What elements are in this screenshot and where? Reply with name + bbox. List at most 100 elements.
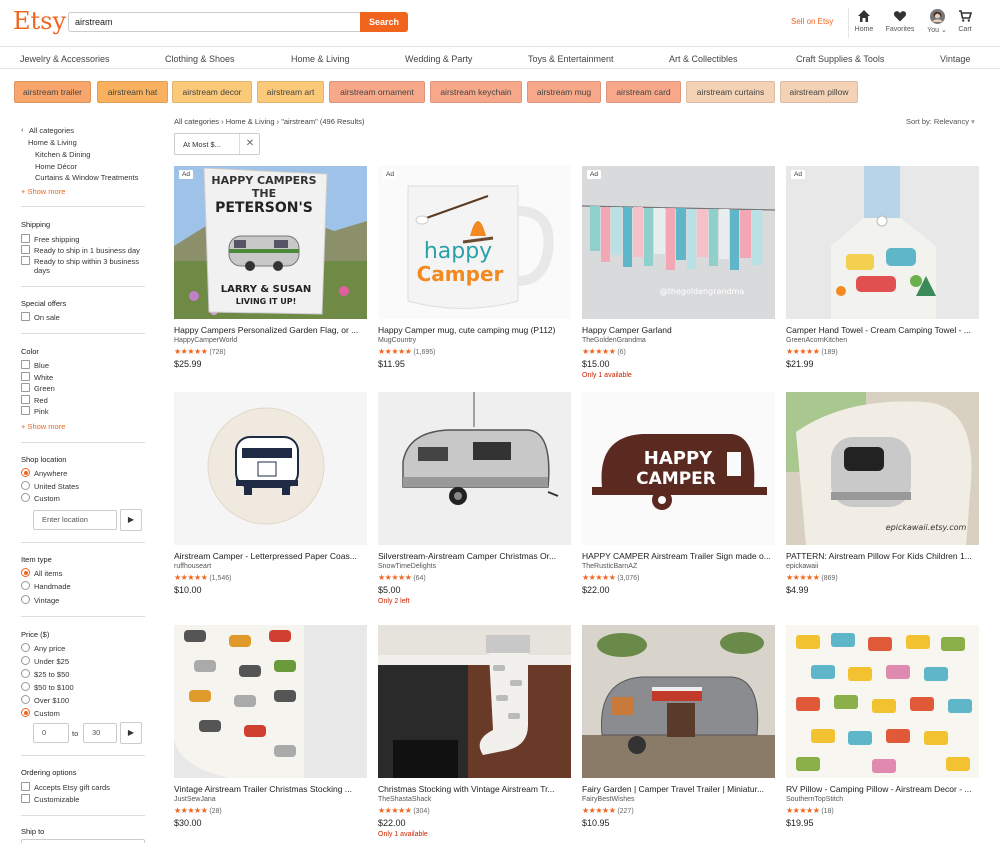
product-title[interactable]: Christmas Stocking with Vintage Airstrea… (378, 784, 571, 794)
all-items-radio[interactable] (21, 568, 30, 577)
product-image[interactable] (786, 625, 979, 778)
related-search-chip[interactable]: airstream curtains (686, 81, 775, 103)
product-image[interactable]: @thegoldengrandma (582, 166, 775, 319)
subcategory-link[interactable]: Kitchen & Dining (35, 150, 90, 159)
nav-jewelry[interactable]: Jewelry & Accessories (20, 54, 110, 64)
product-title[interactable]: PATTERN: Airstream Pillow For Kids Child… (786, 551, 979, 561)
shop-name[interactable]: FairyBestWishes (582, 796, 635, 803)
related-search-chip[interactable]: airstream pillow (780, 81, 858, 103)
shop-name[interactable]: ruffhouseart (174, 563, 211, 570)
price-max-input[interactable]: 30 (83, 723, 117, 743)
shop-name[interactable]: HappyCamperWorld (174, 337, 237, 344)
gift-cards-checkbox[interactable] (21, 782, 30, 791)
nav-home-living[interactable]: Home & Living (291, 54, 350, 64)
product-title[interactable]: Happy Camper Garland (582, 325, 775, 335)
price-50-100-radio[interactable] (21, 682, 30, 691)
product-image[interactable]: HAPPY CAMPERS THE PETERSON'S LARRY & SUS… (174, 166, 367, 319)
nav-craft[interactable]: Craft Supplies & Tools (796, 54, 884, 64)
color-pink-checkbox[interactable] (21, 406, 30, 415)
nav-art[interactable]: Art & Collectibles (669, 54, 738, 64)
all-categories-link[interactable]: All categories (29, 126, 74, 135)
related-search-chip[interactable]: airstream mug (527, 81, 601, 103)
subcategory-link[interactable]: Home Décor (35, 162, 77, 171)
product-title[interactable]: Camper Hand Towel - Cream Camping Towel … (786, 325, 979, 335)
color-blue-checkbox[interactable] (21, 360, 30, 369)
show-more-colors[interactable]: + Show more (21, 422, 65, 431)
price-over-100-radio[interactable] (21, 695, 30, 704)
breadcrumb-all[interactable]: All categories (174, 117, 219, 126)
product-title[interactable]: Happy Camper mug, cute camping mug (P112… (378, 325, 571, 335)
product-image[interactable]: happy Camper (378, 166, 571, 319)
subcategory-link[interactable]: Curtains & Window Treatments (35, 173, 138, 182)
related-search-chip[interactable]: airstream ornament (329, 81, 425, 103)
nav-clothing[interactable]: Clothing & Shoes (165, 54, 235, 64)
location-anywhere-radio[interactable] (21, 468, 30, 477)
product-title[interactable]: RV Pillow - Camping Pillow - Airstream D… (786, 784, 979, 794)
location-us-radio[interactable] (21, 481, 30, 490)
shop-name[interactable]: SouthernTopStitch (786, 796, 843, 803)
nav-wedding[interactable]: Wedding & Party (405, 54, 472, 64)
shop-name[interactable]: JustSewJana (174, 796, 216, 803)
ship-3-days-checkbox[interactable] (21, 256, 30, 265)
on-sale-checkbox[interactable] (21, 312, 30, 321)
shop-name[interactable]: MugCountry (378, 337, 416, 344)
shop-name[interactable]: GreenAcornKitchen (786, 337, 847, 344)
home-nav-button[interactable]: Home (844, 9, 884, 33)
shop-name[interactable]: epickawaii (786, 563, 818, 570)
related-search-chip[interactable]: airstream trailer (14, 81, 91, 103)
price-25-50-radio[interactable] (21, 669, 30, 678)
related-search-chip[interactable]: airstream hat (97, 81, 168, 103)
product-title[interactable]: Silverstream-Airstream Camper Christmas … (378, 551, 571, 561)
shop-name[interactable]: TheShastaShack (378, 796, 431, 803)
search-input[interactable]: airstream (68, 12, 360, 32)
etsy-logo[interactable]: Etsy (13, 7, 66, 35)
product-image[interactable] (174, 392, 367, 545)
color-white-checkbox[interactable] (21, 372, 30, 381)
related-search-chip[interactable]: airstream keychain (430, 81, 522, 103)
price-any-radio[interactable] (21, 643, 30, 652)
nav-toys[interactable]: Toys & Entertainment (528, 54, 614, 64)
location-custom-radio[interactable] (21, 493, 30, 502)
location-submit-button[interactable]: ▶ (120, 509, 142, 531)
related-search-chip[interactable]: airstream card (606, 81, 681, 103)
close-icon[interactable]: ✕ (239, 134, 260, 154)
product-image[interactable]: epickawaii.etsy.com (786, 392, 979, 545)
category-home-living[interactable]: Home & Living (28, 138, 77, 147)
location-input[interactable]: Enter location (33, 510, 117, 530)
product-title[interactable]: Airstream Camper - Letterpressed Paper C… (174, 551, 367, 561)
color-red-checkbox[interactable] (21, 395, 30, 404)
product-image[interactable] (174, 625, 367, 778)
free-shipping-checkbox[interactable] (21, 234, 30, 243)
product-title[interactable]: HAPPY CAMPER Airstream Trailer Sign made… (582, 551, 775, 561)
favorites-button[interactable]: Favorites (880, 9, 920, 33)
price-under-25-radio[interactable] (21, 656, 30, 665)
ship-to-select[interactable] (21, 839, 145, 843)
customizable-checkbox[interactable] (21, 794, 30, 803)
breadcrumb-category[interactable]: Home & Living (226, 117, 275, 126)
ship-1-day-checkbox[interactable] (21, 245, 30, 254)
nav-vintage[interactable]: Vintage (940, 54, 970, 64)
color-green-checkbox[interactable] (21, 383, 30, 392)
product-image[interactable] (786, 166, 979, 319)
product-title[interactable]: Happy Campers Personalized Garden Flag, … (174, 325, 367, 335)
sort-dropdown[interactable]: Sort by: Relevancy ▾ (906, 117, 975, 126)
price-min-input[interactable]: 0 (33, 723, 69, 743)
shop-name[interactable]: TheRusticBarnAZ (582, 563, 637, 570)
sell-on-etsy-link[interactable]: Sell on Etsy (791, 17, 833, 26)
price-custom-radio[interactable] (21, 708, 30, 717)
product-image[interactable]: HAPPY CAMPER (582, 392, 775, 545)
handmade-radio[interactable] (21, 581, 30, 590)
related-search-chip[interactable]: airstream decor (172, 81, 252, 103)
cart-button[interactable]: Cart (945, 9, 985, 33)
related-search-chip[interactable]: airstream art (257, 81, 324, 103)
product-title[interactable]: Fairy Garden | Camper Travel Trailer | M… (582, 784, 775, 794)
vintage-radio[interactable] (21, 595, 30, 604)
product-image[interactable] (582, 625, 775, 778)
shop-name[interactable]: TheGoldenGrandma (582, 337, 646, 344)
shop-name[interactable]: SnowTimeDelights (378, 563, 436, 570)
price-submit-button[interactable]: ▶ (120, 722, 142, 744)
search-button[interactable]: Search (360, 12, 408, 32)
product-image[interactable] (378, 392, 571, 545)
product-title[interactable]: Vintage Airstream Trailer Christmas Stoc… (174, 784, 367, 794)
show-more-categories[interactable]: + Show more (21, 187, 65, 196)
